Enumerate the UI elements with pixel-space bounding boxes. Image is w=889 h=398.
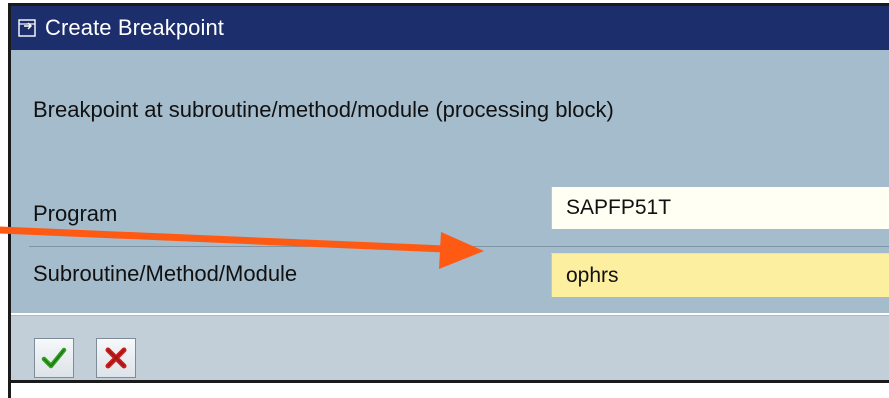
cancel-button[interactable] (96, 338, 136, 378)
dialog-description: Breakpoint at subroutine/method/module (… (33, 97, 614, 122)
dialog-content: Breakpoint at subroutine/method/module (… (11, 50, 889, 316)
dialog-title: Create Breakpoint (45, 15, 225, 40)
subroutine-label: Subroutine/Method/Module (33, 261, 298, 286)
confirm-button[interactable] (34, 338, 74, 378)
check-icon (41, 347, 67, 369)
dialog-window-icon (17, 17, 39, 39)
program-row: Program SAPFP51T (11, 187, 889, 229)
create-breakpoint-dialog: Create Breakpoint Breakpoint at subrouti… (8, 3, 889, 398)
cross-icon (105, 347, 127, 369)
bottom-edge (11, 380, 889, 398)
subroutine-row: Subroutine/Method/Module ophrs (11, 253, 889, 297)
subroutine-field[interactable]: ophrs (551, 253, 889, 297)
row-divider (29, 246, 889, 247)
program-label: Program (33, 201, 118, 226)
footer-divider (11, 313, 889, 315)
title-bar: Create Breakpoint (11, 6, 889, 50)
program-field[interactable]: SAPFP51T (551, 187, 889, 229)
dialog-footer (11, 316, 889, 380)
